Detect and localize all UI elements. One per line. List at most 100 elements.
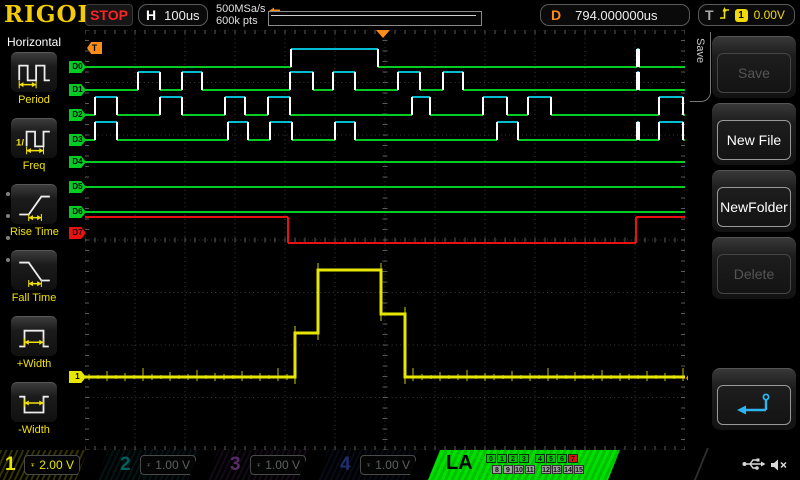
ground-coupling-icon bbox=[256, 460, 261, 470]
trigger-source-badge: 1 bbox=[735, 9, 748, 22]
digital-channel-indicator-10: 10 bbox=[514, 465, 524, 474]
button-label: Delete bbox=[717, 254, 791, 294]
digital-channel-indicator-15: 15 bbox=[574, 465, 584, 474]
menu-item-fall-time[interactable]: Fall Time bbox=[10, 250, 58, 304]
channel-number: 1 bbox=[5, 453, 16, 477]
rising-edge-icon bbox=[718, 5, 731, 21]
digital-channel-indicator-7: 7 bbox=[568, 454, 578, 463]
preview-window-icon bbox=[269, 2, 281, 10]
channel-scale-value: 1.00 V bbox=[375, 458, 410, 472]
menu-item-label: Period bbox=[10, 94, 58, 106]
horizontal-menu: Horizontal Period 1/Freq Rise Time Fall Tim… bbox=[0, 30, 68, 450]
menu-tab: Save bbox=[690, 32, 711, 102]
channel-3-status: 3 1.00 V bbox=[206, 450, 310, 480]
ground-coupling-icon bbox=[146, 460, 151, 470]
button-label: NewFolder bbox=[717, 187, 791, 227]
waveform-preview bbox=[268, 2, 482, 27]
timebase-value: 100us bbox=[164, 8, 199, 23]
page-indicator-dot bbox=[6, 236, 10, 240]
page-indicator-dot bbox=[6, 258, 10, 262]
menu-item-button[interactable]: 1/ bbox=[11, 118, 57, 158]
delay-box: D 794.000000us bbox=[540, 4, 690, 26]
digital-channel-indicator-12: 12 bbox=[541, 465, 551, 474]
back-button[interactable] bbox=[712, 368, 796, 430]
channel-scale-value: 1.00 V bbox=[155, 458, 190, 472]
ground-coupling-icon bbox=[366, 460, 371, 470]
digital-channel-indicator-2: 2 bbox=[508, 454, 518, 463]
menu-item-period[interactable]: Period bbox=[10, 52, 58, 106]
delete-button: Delete bbox=[712, 237, 796, 299]
channel-scale-box: 1.00 V bbox=[250, 455, 306, 475]
trigger-level-value: 0.00V bbox=[754, 8, 785, 22]
menu-item-button[interactable] bbox=[11, 382, 57, 422]
usb-icon bbox=[742, 457, 766, 471]
memory-depth: 600k pts bbox=[216, 15, 266, 27]
rising-edge-icon bbox=[718, 5, 731, 26]
graticule bbox=[85, 30, 685, 450]
sample-rate: 500MSa/s bbox=[216, 3, 266, 15]
rise-time-icon bbox=[15, 189, 53, 221]
freq-icon: 1/ bbox=[15, 123, 53, 155]
save-button: Save bbox=[712, 36, 796, 98]
t-label: T bbox=[705, 7, 714, 23]
speaker-muted-icon bbox=[770, 458, 788, 472]
new-file-button[interactable]: New File bbox=[712, 103, 796, 165]
waveform-display bbox=[85, 30, 685, 450]
button-label: Save bbox=[717, 53, 791, 93]
menu-title: Horizontal bbox=[0, 35, 68, 49]
digital-channel-indicator-9: 9 bbox=[503, 465, 513, 474]
la-label: LA bbox=[446, 452, 473, 475]
trigger-box: T 1 0.00V bbox=[698, 4, 795, 26]
menu-item-button[interactable] bbox=[11, 52, 57, 92]
menu-item-label: Rise Time bbox=[10, 226, 58, 238]
menu-item--width[interactable]: +Width bbox=[10, 316, 58, 370]
newfolder-button[interactable]: NewFolder bbox=[712, 170, 796, 232]
fall-time-icon bbox=[15, 255, 53, 287]
logic-analyzer-status: LA0123456789101112131415 bbox=[428, 450, 620, 480]
channel-scale-box: 1.00 V bbox=[140, 455, 196, 475]
menu-item-rise-time[interactable]: Rise Time bbox=[10, 184, 58, 238]
channel-4-status: 41.00 V bbox=[316, 450, 420, 480]
channel-tag-d5: D5 bbox=[69, 181, 86, 193]
digital-channel-indicator-3: 3 bbox=[519, 454, 529, 463]
digital-channel-indicator-8: 8 bbox=[492, 465, 502, 474]
separator bbox=[693, 448, 709, 480]
digital-channel-indicator-6: 6 bbox=[557, 454, 567, 463]
top-bar: RIGOL STOP H 100us 500MSa/s 600k pts D 7… bbox=[0, 0, 800, 30]
status-bar: 12.00 V21.00 V31.00 V41.00 VLA0123456789… bbox=[0, 450, 800, 480]
menu-item-label: -Width bbox=[10, 424, 58, 436]
channel-tag-d2: D2 bbox=[69, 109, 86, 121]
page-indicator-dot bbox=[6, 214, 10, 218]
channel-tag-d0: D0 bbox=[69, 61, 86, 73]
period-icon bbox=[15, 57, 53, 89]
channel-scale-value: 2.00 V bbox=[39, 458, 74, 472]
page-indicator-dot bbox=[6, 192, 10, 196]
menu-item--width[interactable]: -Width bbox=[10, 382, 58, 436]
channel-tag-d1: D1 bbox=[69, 84, 86, 96]
digital-channel-indicator-14: 14 bbox=[563, 465, 573, 474]
channel-scale-box: 1.00 V bbox=[360, 455, 416, 475]
channel-number: 2 bbox=[120, 453, 131, 477]
delay-value: 794.000000us bbox=[575, 8, 657, 23]
minus-width-icon bbox=[15, 387, 53, 419]
digital-channel-indicator-4: 4 bbox=[535, 454, 545, 463]
svg-text:1/: 1/ bbox=[16, 137, 24, 148]
menu-item-button[interactable] bbox=[11, 250, 57, 290]
channel-number: 3 bbox=[230, 453, 241, 477]
rigol-logo: RIGOL bbox=[4, 1, 95, 28]
preview-wave bbox=[269, 12, 481, 25]
menu-item-button[interactable] bbox=[11, 316, 57, 356]
save-menu: Save SaveNew FileNewFolderDelete bbox=[688, 30, 800, 450]
channel-tag-d6: D6 bbox=[69, 206, 86, 218]
digital-channel-indicator-5: 5 bbox=[546, 454, 556, 463]
menu-item-button[interactable] bbox=[11, 184, 57, 224]
channel-2-status: 2 1.00 V bbox=[96, 450, 200, 480]
menu-item-freq[interactable]: 1/Freq bbox=[10, 118, 58, 172]
oscilloscope-screen: RIGOL STOP H 100us 500MSa/s 600k pts D 7… bbox=[0, 0, 800, 480]
digital-channel-indicator-1: 1 bbox=[497, 454, 507, 463]
digital-channel-indicator-0: 0 bbox=[486, 454, 496, 463]
channel-scale-box: 2.00 V bbox=[24, 455, 80, 475]
timebase-box: H 100us bbox=[138, 4, 208, 26]
return-arrow-icon bbox=[732, 391, 776, 419]
menu-item-label: Fall Time bbox=[10, 292, 58, 304]
